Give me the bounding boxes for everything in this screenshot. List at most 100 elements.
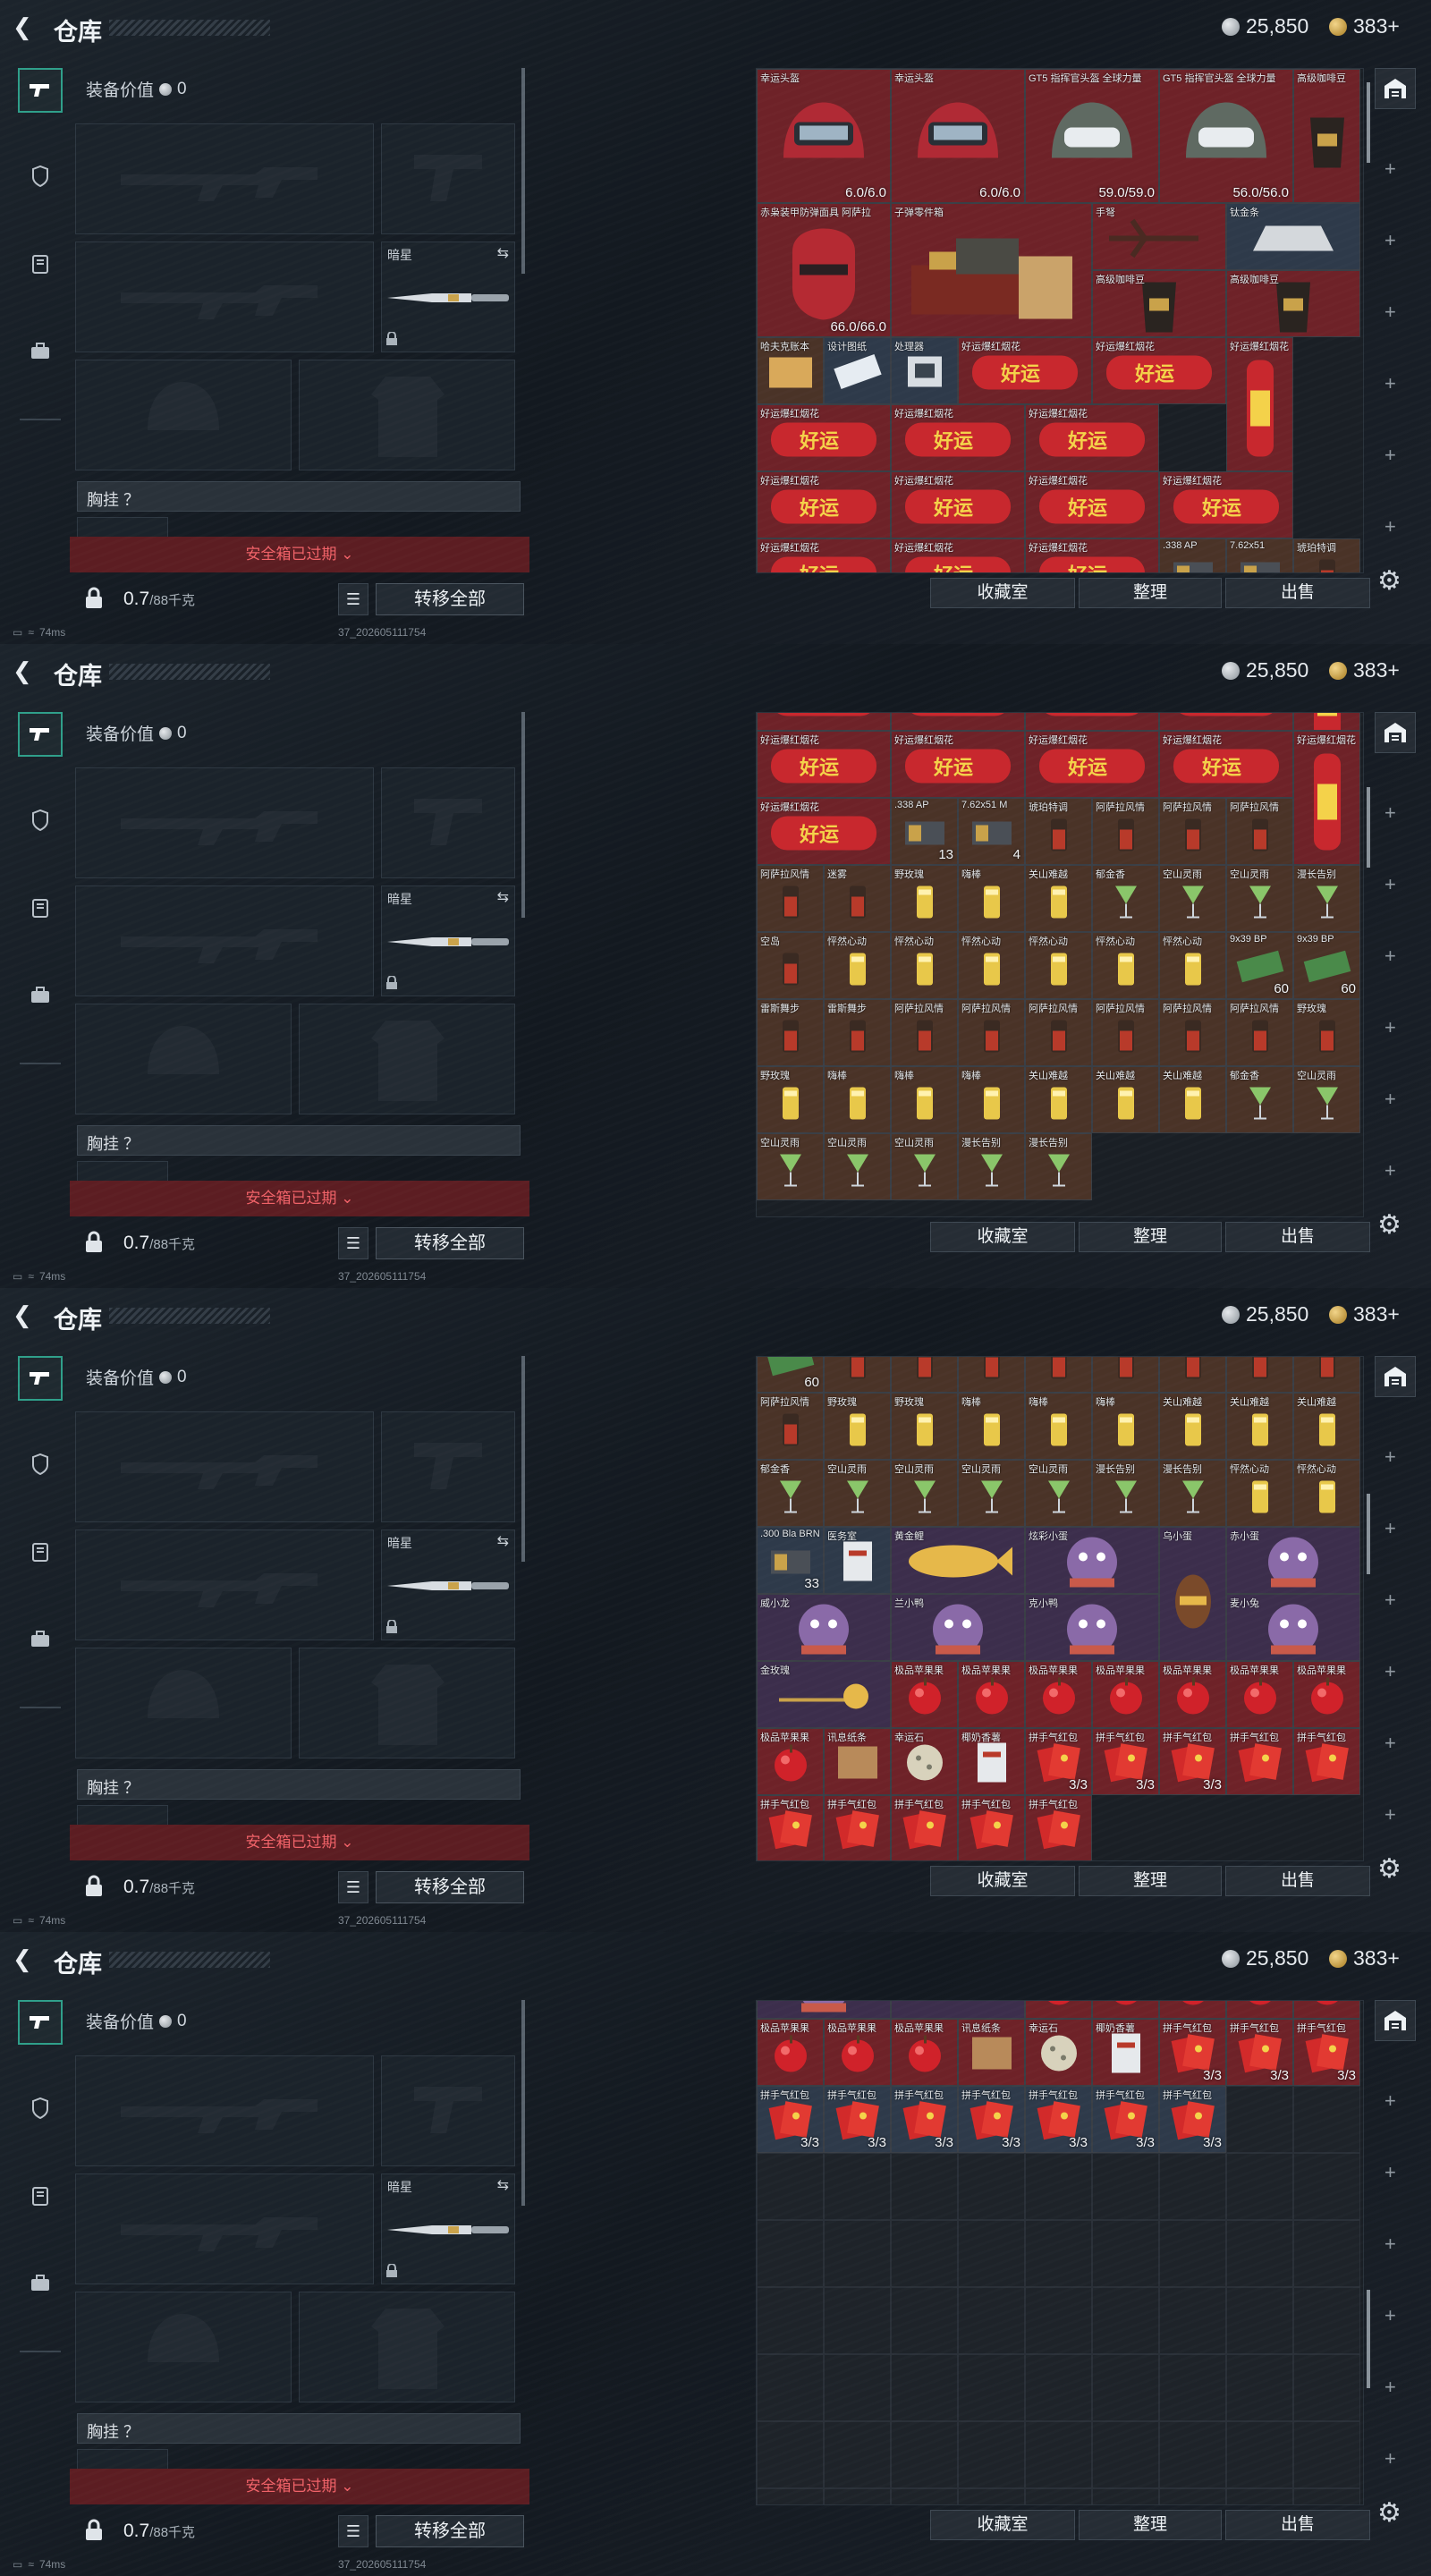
inventory-item[interactable]: 关山难越 [1159, 1393, 1226, 1460]
inventory-item[interactable]: 阿萨拉风情 [757, 1393, 824, 1460]
inventory-item[interactable]: 阿萨拉风情 [1226, 1357, 1293, 1393]
add-tab-icon[interactable]: + [1384, 229, 1396, 252]
sort-button[interactable]: 整理 [1079, 1222, 1222, 1252]
inventory-item[interactable]: 琥珀特调 [1025, 798, 1092, 865]
inventory-item[interactable]: 拼手气红包 3/3 [1226, 2019, 1293, 2086]
weapon-tab-icon[interactable] [18, 2000, 63, 2045]
swap-icon[interactable]: ⇆ [497, 1532, 509, 1550]
inventory-item[interactable]: 极品苹果果 [1226, 2001, 1293, 2019]
add-tab-icon[interactable]: + [1384, 2447, 1396, 2470]
inventory-item[interactable]: 9x39 BP 60 [1293, 932, 1360, 999]
empty-slot[interactable] [757, 2220, 824, 2287]
inventory-item[interactable]: 郁金香 [1226, 1066, 1293, 1133]
inventory-item[interactable]: 哈夫克账本 [757, 337, 824, 404]
inventory-item[interactable]: 金玫瑰 [891, 2001, 1025, 2019]
inventory-item[interactable]: 好运爆红烟花好运 [757, 798, 891, 865]
back-icon[interactable]: ❮ [13, 1946, 38, 1971]
armor-slot[interactable] [299, 360, 515, 470]
empty-slot[interactable] [824, 2488, 891, 2504]
inventory-item[interactable]: 高级咖啡豆 [1226, 270, 1360, 337]
equipment-scrollbar[interactable] [521, 68, 525, 274]
vest-tab-icon[interactable] [18, 2174, 63, 2218]
inventory-item[interactable]: 拼手气红包 3/3 [1159, 2086, 1226, 2153]
sort-button[interactable]: 整理 [1079, 578, 1222, 608]
inventory-item[interactable]: 好运爆红烟花好运 [1159, 731, 1293, 798]
inventory-item[interactable]: 空山灵雨 [824, 1460, 891, 1527]
back-icon[interactable]: ❮ [13, 658, 38, 683]
add-tab-icon[interactable]: + [1384, 2089, 1396, 2113]
helmet-slot[interactable] [75, 2292, 292, 2402]
safebox-expired-bar[interactable]: 安全箱已过期 ⌄ [70, 1825, 529, 1860]
chest-rig-subslot[interactable] [77, 2449, 168, 2469]
settings-gear-icon[interactable]: ⚙ [1377, 1209, 1410, 1241]
inventory-item[interactable]: 好运爆红烟花好运 [1092, 337, 1226, 404]
equipment-scrollbar[interactable] [521, 1356, 525, 1562]
inventory-item[interactable]: 幸运石 [1025, 2019, 1092, 2086]
empty-slot[interactable] [1226, 2421, 1293, 2488]
empty-slot[interactable] [1159, 2153, 1226, 2220]
inventory-item[interactable]: 极品苹果果 [757, 1728, 824, 1795]
inventory-item[interactable]: 阿萨拉风情 [1226, 798, 1293, 865]
inventory-item[interactable]: 7.62x51 M 4 [958, 798, 1025, 865]
armor-tab-icon[interactable] [18, 1442, 63, 1487]
inventory-item[interactable]: 阿萨拉风情 [1159, 999, 1226, 1066]
collection-room-button[interactable]: 收藏室 [930, 1866, 1075, 1896]
empty-slot[interactable] [824, 2421, 891, 2488]
empty-slot[interactable] [1025, 2488, 1092, 2504]
empty-slot[interactable] [1226, 2287, 1293, 2354]
inventory-item[interactable]: 拼手气红包 [891, 1795, 958, 1860]
melee-slot[interactable]: 暗星 ⇆ [381, 886, 515, 996]
inventory-item[interactable]: 极品苹果果 [958, 1661, 1025, 1728]
inventory-item[interactable]: 怦然心动 [1293, 1460, 1360, 1527]
warehouse-scrollbar[interactable] [1367, 787, 1370, 868]
inventory-item[interactable]: 阿萨拉风情 [1092, 999, 1159, 1066]
inventory-item[interactable]: 空山灵雨 [824, 1133, 891, 1200]
inventory-item[interactable]: 极品苹果果 [1159, 1661, 1226, 1728]
empty-slot[interactable] [1025, 2354, 1092, 2421]
sort-button[interactable]: 整理 [1079, 2510, 1222, 2540]
empty-slot[interactable] [1293, 2086, 1360, 2153]
helmet-slot[interactable] [75, 1648, 292, 1758]
inventory-item[interactable]: 空山灵雨 [757, 1133, 824, 1200]
empty-slot[interactable] [1092, 2220, 1159, 2287]
inventory-item[interactable]: 漫长告别 [1293, 865, 1360, 932]
inventory-item[interactable]: 好运爆红烟花好运 [1159, 713, 1293, 731]
transfer-all-button[interactable]: 转移全部 [376, 1227, 524, 1259]
add-tab-icon[interactable]: + [1384, 2304, 1396, 2327]
add-tab-icon[interactable]: + [1384, 1803, 1396, 1826]
melee-slot[interactable]: 暗星 ⇆ [381, 2174, 515, 2284]
empty-slot[interactable] [958, 2354, 1025, 2421]
empty-slot[interactable] [891, 2354, 958, 2421]
back-icon[interactable]: ❮ [13, 1302, 38, 1327]
inventory-item[interactable]: 空山灵雨 [1226, 865, 1293, 932]
warehouse-scrollbar[interactable] [1367, 82, 1370, 163]
inventory-item[interactable]: 空山灵雨 [1159, 865, 1226, 932]
sell-button[interactable]: 出售 [1225, 578, 1370, 608]
inventory-item[interactable]: 野玫瑰 [824, 1393, 891, 1460]
empty-slot[interactable] [1092, 2488, 1159, 2504]
inventory-item[interactable]: 好运爆红烟花好运 [757, 538, 891, 572]
empty-slot[interactable] [958, 2488, 1025, 2504]
gold-currency[interactable]: 383+ [1329, 1302, 1400, 1326]
collection-room-button[interactable]: 收藏室 [930, 1222, 1075, 1252]
inventory-item[interactable]: 野玫瑰 [757, 1066, 824, 1133]
empty-slot[interactable] [824, 2153, 891, 2220]
inventory-item[interactable]: 好运爆红烟花好运 [757, 713, 891, 731]
inventory-item[interactable]: 怦然心动 [1159, 932, 1226, 999]
backpack-tab-icon[interactable] [18, 1617, 63, 1662]
warehouse-scrollbar[interactable] [1367, 1494, 1370, 1574]
inventory-item[interactable]: 雷斯舞步 [891, 1357, 958, 1393]
inventory-item[interactable]: 极品苹果果 [1226, 1661, 1293, 1728]
inventory-item[interactable]: 雷斯舞步 [757, 999, 824, 1066]
inventory-item[interactable]: 处理器 [891, 337, 958, 404]
chest-rig-slot[interactable]: 胸挂 ？ [77, 2413, 521, 2444]
empty-slot[interactable] [1226, 2086, 1293, 2153]
secondary-weapon-slot[interactable] [75, 242, 374, 352]
inventory-item[interactable]: 拼手气红包 3/3 [891, 2086, 958, 2153]
inventory-item[interactable]: 好运爆红烟花好运 [1025, 404, 1159, 471]
empty-slot[interactable] [891, 2153, 958, 2220]
inventory-item[interactable]: 好运爆红烟花好运 [1025, 538, 1159, 572]
empty-slot[interactable] [1226, 2153, 1293, 2220]
primary-weapon-slot[interactable] [75, 2055, 374, 2166]
inventory-item[interactable]: 嗨棒 [824, 1066, 891, 1133]
